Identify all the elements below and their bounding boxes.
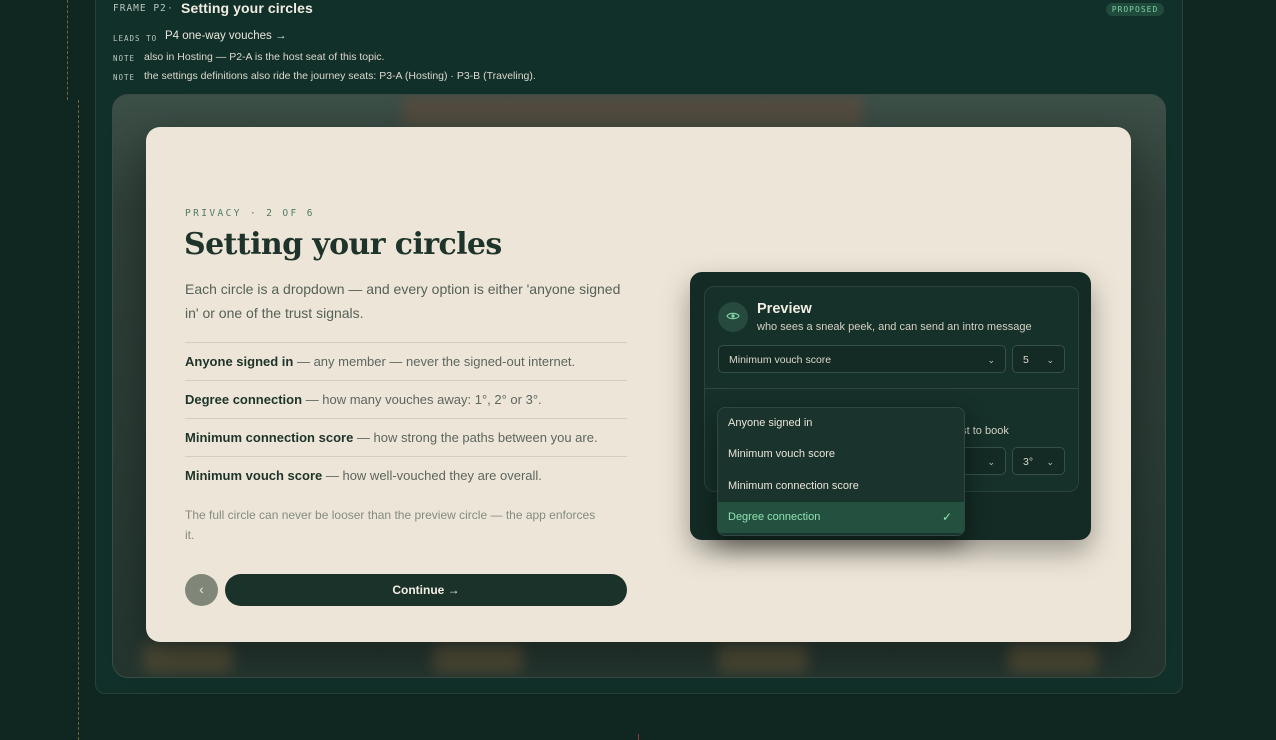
leads-to-label: LEADS TO: [113, 34, 158, 43]
preview-circle-section: Preview who sees a sneak peek, and can s…: [704, 286, 1079, 390]
preview-threshold-value: 5: [1023, 354, 1029, 366]
stage-backdrop-item: [718, 643, 808, 673]
eye-icon: [718, 302, 748, 332]
page-title: Setting your circles: [184, 227, 502, 262]
guide-line-bottom: [78, 100, 79, 740]
menu-item-anyone-signed-in[interactable]: Anyone signed in: [718, 408, 964, 439]
definition-item: Minimum vouch score — how well-vouched t…: [185, 456, 627, 494]
full-threshold-value: 3°: [1023, 456, 1034, 468]
guide-line-top: [67, 0, 68, 100]
preview-threshold-select[interactable]: 5 ⌄: [1012, 345, 1065, 373]
definition-list: Anyone signed in — any member — never th…: [185, 342, 627, 494]
stage-backdrop-item: [433, 643, 523, 673]
definition-desc: — any member — never the signed-out inte…: [293, 354, 576, 369]
definition-term: Degree connection: [185, 392, 303, 407]
preview-description: who sees a sneak peek, and can send an i…: [757, 321, 1032, 333]
frame-title: Setting your circles: [181, 0, 313, 16]
menu-item-degree-connection[interactable]: Degree connection ✓: [718, 502, 964, 533]
footnote: The full circle can never be looser than…: [185, 508, 596, 542]
chevron-down-icon: ⌄: [987, 457, 995, 467]
check-icon: ✓: [941, 510, 952, 524]
definition-desc: — how strong the paths between you are.: [353, 430, 598, 445]
full-threshold-select[interactable]: 3° ⌄: [1012, 447, 1065, 475]
preview-rule-value: Minimum vouch score: [729, 354, 832, 366]
leads-to-link[interactable]: P4 one-way vouches →: [165, 30, 286, 42]
definition-term: Minimum connection score: [185, 430, 354, 445]
menu-item-minimum-vouch-score[interactable]: Minimum vouch score: [718, 439, 964, 470]
step-eyebrow: PRIVACY · 2 OF 6: [185, 208, 315, 219]
rule-dropdown-menu: Anyone signed in Minimum vouch score Min…: [717, 407, 965, 536]
definition-item: Anyone signed in — any member — never th…: [185, 342, 627, 380]
menu-item-label: Degree connection: [728, 511, 821, 523]
frame-separator: ·: [168, 0, 172, 14]
stage-backdrop-item: [1008, 643, 1098, 673]
preview-title: Preview: [757, 301, 812, 317]
stage-backdrop-item: [143, 643, 233, 673]
status-badge: PROPOSED: [1106, 3, 1164, 16]
definition-desc: — how many vouches away: 1°, 2° or 3°.: [302, 392, 542, 407]
menu-item-minimum-connection-score[interactable]: Minimum connection score: [718, 471, 964, 502]
definition-item: Degree connection — how many vouches awa…: [185, 380, 627, 418]
note-label: NOTE: [113, 73, 136, 82]
definition-term: Anyone signed in: [185, 354, 294, 369]
lead-text: Each circle is a dropdown — and every op…: [185, 281, 621, 321]
chevron-down-icon: ⌄: [987, 355, 995, 365]
back-button[interactable]: ‹: [185, 574, 218, 606]
stage-backdrop: [403, 95, 863, 127]
chevron-down-icon: ⌄: [1046, 355, 1054, 365]
chevron-down-icon: ⌄: [1046, 457, 1054, 467]
frame-label: FRAME P2: [113, 3, 167, 14]
definition-desc: — how well-vouched they are overall.: [322, 468, 542, 483]
note-text: the settings definitions also ride the j…: [144, 70, 536, 82]
definition-term: Minimum vouch score: [185, 468, 323, 483]
note-label: NOTE: [113, 54, 136, 63]
preview-rule-select[interactable]: Minimum vouch score ⌄: [718, 345, 1006, 373]
note-text: also in Hosting — P2-A is the host seat …: [144, 51, 385, 63]
definition-item: Minimum connection score — how strong th…: [185, 418, 627, 456]
continue-button[interactable]: Continue →: [225, 574, 627, 606]
guide-tick: [638, 734, 639, 740]
